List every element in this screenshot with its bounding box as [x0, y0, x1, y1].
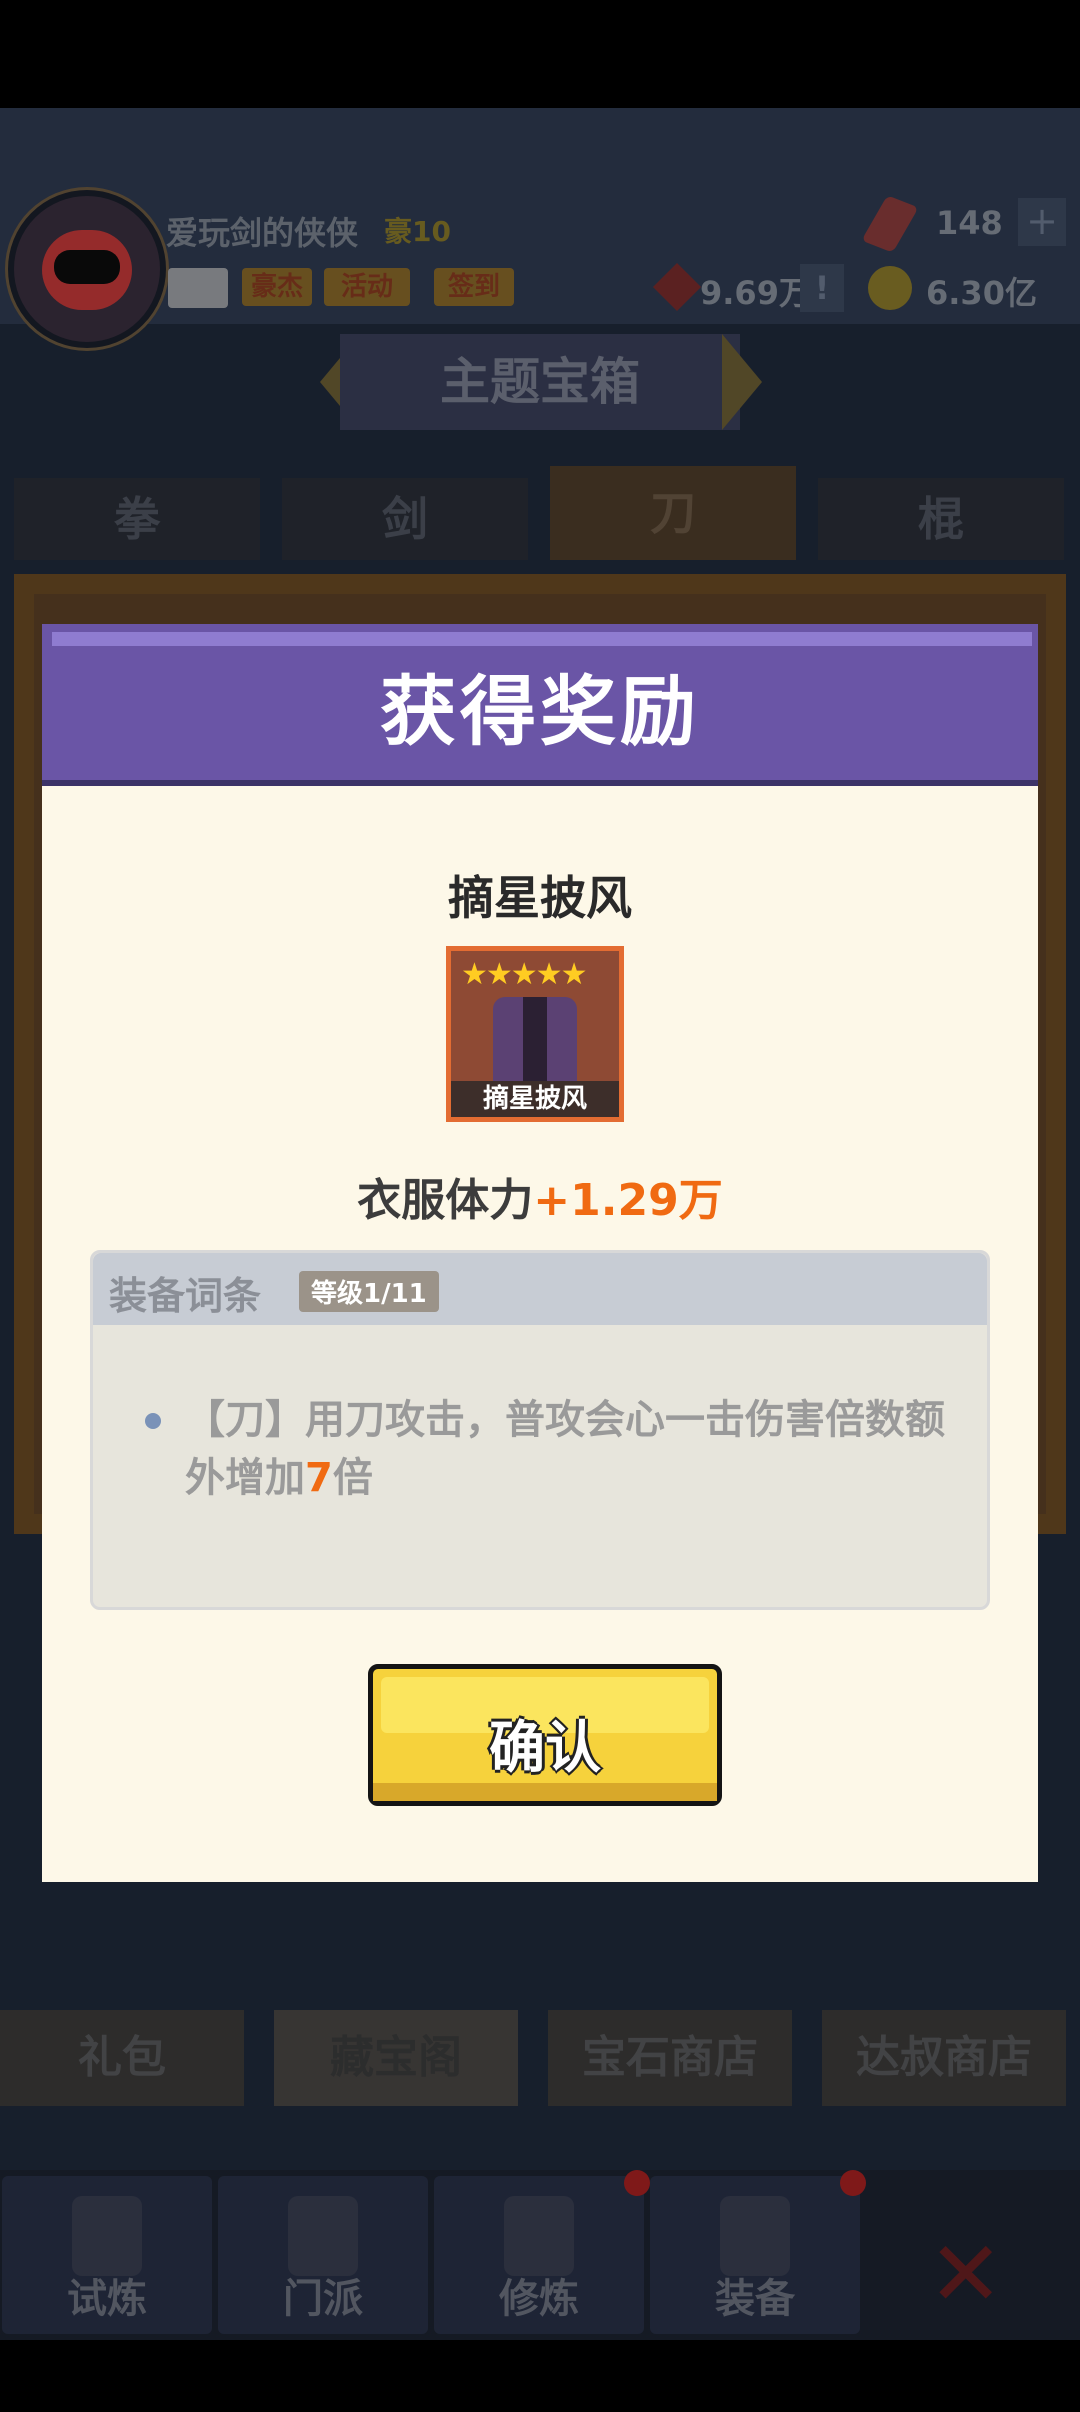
item-name: 摘星披风 — [448, 871, 632, 925]
attribute-text-main: 【刀】用刀攻击，普攻会心一击伤害倍数额外增加 — [185, 1397, 945, 1501]
bullet-icon — [145, 1413, 161, 1429]
modal-header: 获得奖励 — [42, 624, 1038, 786]
item-card[interactable]: ★★★★★ 摘星披风 — [446, 946, 624, 1122]
confirm-button[interactable]: 确认 — [368, 1664, 722, 1806]
attribute-level-badge: 等级1/11 — [299, 1271, 439, 1312]
cloak-center-icon — [523, 997, 547, 1087]
reward-modal: 获得奖励 摘星披风 ★★★★★ 摘星披风 衣服体力+1.29万 装备词条 等级1… — [42, 624, 1038, 1882]
star-rating-icon: ★★★★★ — [461, 957, 587, 992]
item-card-label: 摘星披风 — [451, 1081, 619, 1117]
stat-label: 衣服体力 — [357, 1175, 534, 1226]
confirm-button-shade — [373, 1783, 717, 1801]
modal-header-stripe — [52, 632, 1032, 646]
stat-value: +1.29万 — [533, 1175, 723, 1226]
attribute-box: 装备词条 等级1/11 【刀】用刀攻击，普攻会心一击伤害倍数额外增加7倍 — [90, 1250, 990, 1610]
attribute-title: 装备词条 — [109, 1274, 262, 1318]
attribute-header: 装备词条 等级1/11 — [93, 1253, 987, 1325]
attribute-description: 【刀】用刀攻击，普攻会心一击伤害倍数额外增加7倍 — [185, 1391, 955, 1507]
attribute-text-end: 倍 — [332, 1455, 373, 1501]
item-stat: 衣服体力+1.29万 — [42, 1164, 1038, 1228]
attribute-text-highlight: 7 — [305, 1455, 333, 1501]
confirm-button-label: 确认 — [489, 1716, 601, 1781]
modal-title: 获得奖励 — [380, 667, 700, 756]
